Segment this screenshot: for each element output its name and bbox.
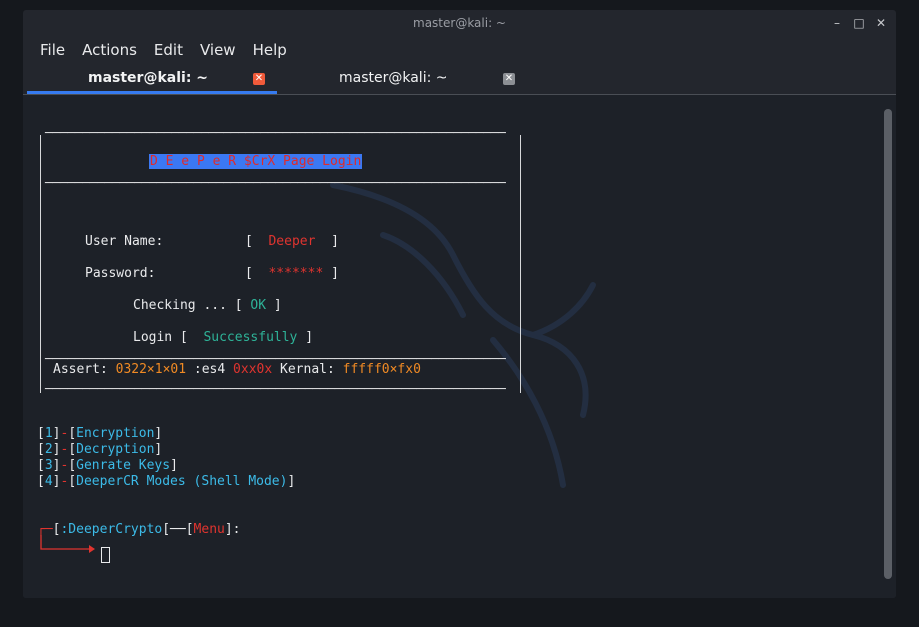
menu-file[interactable]: File xyxy=(40,39,65,61)
kali-dragon-watermark xyxy=(330,182,596,488)
assert-line: Assert: 0322×1×01 :es4 0xx0x Kernal: fff… xyxy=(53,362,421,377)
box-mid-rule: ────────────────────────────────────────… xyxy=(45,176,506,191)
menu-option-2: [2]-[Decryption] xyxy=(37,442,163,457)
checking-status: Checking ... [ OK ] xyxy=(133,298,282,313)
menu-view[interactable]: View xyxy=(200,39,236,61)
scrollbar[interactable] xyxy=(884,109,892,579)
box-right-border xyxy=(520,135,521,393)
login-status: Login [ Successfully ] xyxy=(133,330,314,345)
menu-option-3: [3]-[Genrate Keys] xyxy=(37,458,178,473)
menu-actions[interactable]: Actions xyxy=(82,39,137,61)
terminal-view[interactable]: ────────────────────────────────────────… xyxy=(23,95,896,598)
window-title: master@kali: ~ xyxy=(413,16,506,30)
box-bottom-rule: ────────────────────────────────────────… xyxy=(45,382,506,397)
prompt-arrow-icon xyxy=(40,535,95,553)
box-top-rule: ────────────────────────────────────────… xyxy=(45,126,506,141)
tab-2-close-icon[interactable]: ✕ xyxy=(503,73,515,85)
menu-bar: File Actions Edit View Help xyxy=(33,39,304,61)
menu-option-1: [1]-[Encryption] xyxy=(37,426,163,441)
username-label: User Name: xyxy=(85,234,164,249)
tab-1-close-icon[interactable]: ✕ xyxy=(253,73,265,85)
password-label: Password: xyxy=(85,266,156,281)
title-bar[interactable]: master@kali: ~ – □ ✕ xyxy=(23,10,896,36)
menu-edit[interactable]: Edit xyxy=(154,39,183,61)
scrollbar-thumb[interactable] xyxy=(884,109,892,579)
text-cursor[interactable] xyxy=(101,547,110,563)
tab-1-label: master@kali: ~ xyxy=(88,70,209,86)
tab-2[interactable]: master@kali: ~ ✕ xyxy=(277,66,531,96)
menu-help[interactable]: Help xyxy=(253,39,287,61)
username-field: [ Deeper ] xyxy=(245,234,339,249)
login-banner-title: D E e P e R $CrX Page Login xyxy=(149,154,363,169)
close-button[interactable]: ✕ xyxy=(874,16,888,30)
tab-2-label: master@kali: ~ xyxy=(339,70,448,86)
minimize-button[interactable]: – xyxy=(830,16,844,30)
menu-option-4: [4]-[DeeperCR Modes (Shell Mode)] xyxy=(37,474,296,489)
maximize-button[interactable]: □ xyxy=(852,16,866,30)
terminal-window: master@kali: ~ – □ ✕ File Actions Edit V… xyxy=(23,10,896,598)
tab-bar: master@kali: ~ ✕ master@kali: ~ ✕ xyxy=(23,66,896,96)
window-controls: – □ ✕ xyxy=(830,10,888,36)
tab-1[interactable]: master@kali: ~ ✕ xyxy=(23,66,277,96)
box-left-border xyxy=(40,135,41,393)
password-field: [ ******* ] xyxy=(245,266,339,281)
